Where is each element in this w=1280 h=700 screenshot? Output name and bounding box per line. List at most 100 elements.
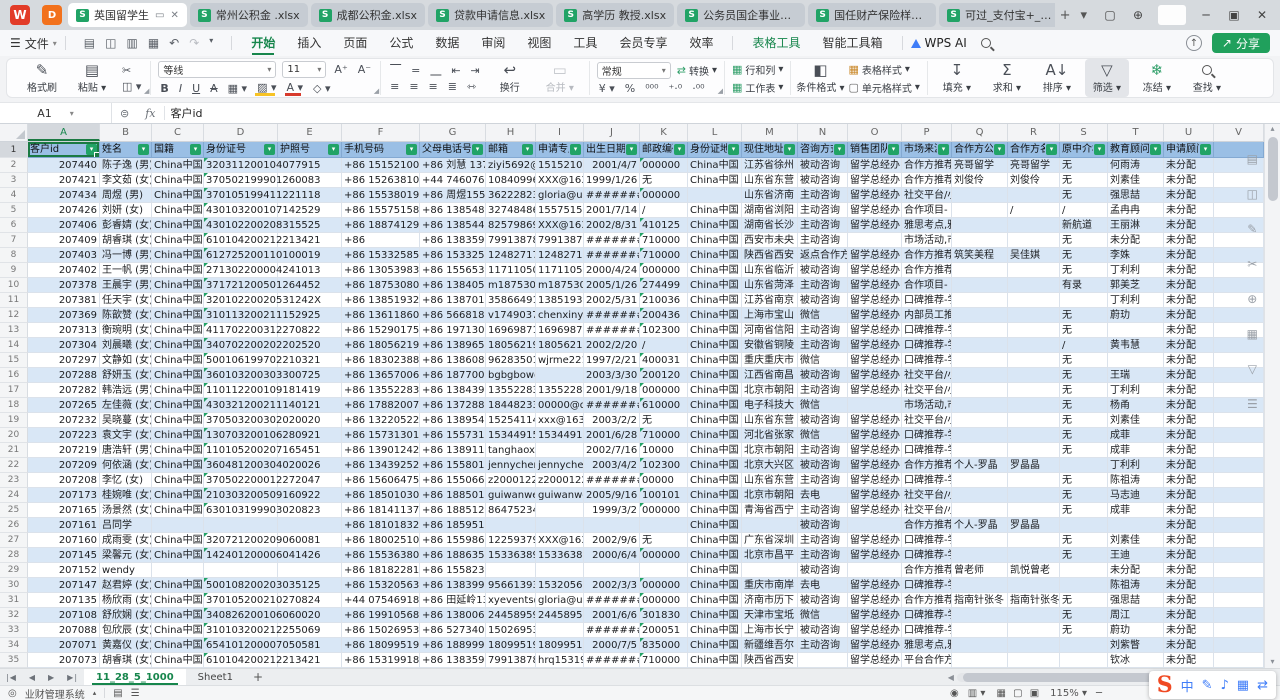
header-cell[interactable]: 父母电话号码▾ xyxy=(420,142,486,158)
cell[interactable]: 主动咨询 xyxy=(798,503,848,518)
zoom-out-icon[interactable]: ─ xyxy=(1096,688,1102,699)
font-expand-icon[interactable]: ◢ xyxy=(374,87,379,95)
cell[interactable]: 1999/3/2 xyxy=(584,503,640,518)
cell[interactable] xyxy=(1214,653,1264,668)
header-cell[interactable]: 手机号码▾ xyxy=(342,142,420,158)
menu-tab-视图[interactable]: 视图 xyxy=(516,30,562,56)
cell[interactable]: 冯一博 (男) xyxy=(100,248,152,263)
clear-format-icon[interactable]: ◇ ▾ xyxy=(311,82,332,95)
cell[interactable]: China中国 xyxy=(688,533,742,548)
cell[interactable]: China中国 xyxy=(152,323,204,338)
cell[interactable]: 内部员工推 xyxy=(902,308,952,323)
cell[interactable]: +86 13439252 xyxy=(342,458,420,473)
cell[interactable]: 未分配 xyxy=(1164,473,1214,488)
cell[interactable]: 合作方推荐 xyxy=(902,518,952,533)
ime-pen-icon[interactable]: ✎ xyxy=(1202,678,1213,693)
currency-icon[interactable]: ¥ ▾ xyxy=(597,82,617,95)
cell[interactable]: 153363896 xyxy=(486,548,536,563)
cell[interactable] xyxy=(204,518,278,533)
strikethrough-icon[interactable]: A xyxy=(208,82,220,95)
cell[interactable]: 主动咨询 xyxy=(798,188,848,203)
cell[interactable]: China中国 xyxy=(688,428,742,443)
cell[interactable] xyxy=(1008,368,1060,383)
cell[interactable]: 湖南省浏阳 xyxy=(742,203,798,218)
side-tool-more-icon[interactable]: ☰ xyxy=(1247,397,1258,411)
cell[interactable]: +86 15606475 xyxy=(342,473,420,488)
cell[interactable]: 340702200202202520 xyxy=(204,338,278,353)
cell[interactable]: 丁利利 xyxy=(1108,293,1164,308)
header-cell[interactable]: 姓名▾ xyxy=(100,142,152,158)
cell[interactable]: China中国 xyxy=(688,263,742,278)
cell-style-button[interactable]: ▢单元格样式 ▾ xyxy=(848,80,919,95)
cell[interactable]: +86 1885010309 xyxy=(420,488,486,503)
cell[interactable]: 河北省张家 xyxy=(742,428,798,443)
header-cell[interactable]: 国籍▾ xyxy=(152,142,204,158)
cell[interactable]: 韩浩远 (男) xyxy=(100,383,152,398)
cell[interactable]: bgbgbow@ xyxy=(486,368,536,383)
erp-window-label[interactable]: 业财管理系统 xyxy=(25,686,85,700)
cell[interactable]: 654101200007050581 xyxy=(204,638,278,653)
side-tool-export-icon[interactable]: ◫ xyxy=(1247,187,1258,201)
cell[interactable]: 合作方推荐 xyxy=(902,593,952,608)
cell[interactable]: 207152 xyxy=(28,563,100,578)
cell[interactable]: jennychen7 xyxy=(536,458,584,473)
cell[interactable] xyxy=(1060,653,1108,668)
cell[interactable]: 刘紫瞥 xyxy=(1108,638,1164,653)
filter-dropdown-icon[interactable]: ▾ xyxy=(888,144,899,155)
cell[interactable]: 未分配 xyxy=(1164,308,1214,323)
cell[interactable]: 2002/3/3 xyxy=(584,578,640,593)
cell[interactable]: 2003/2/2 xyxy=(584,413,640,428)
cell[interactable]: 主动咨询 xyxy=(798,443,848,458)
cell[interactable]: China中国 xyxy=(152,233,204,248)
cell[interactable]: m1875308 xyxy=(486,278,536,293)
copy-icon[interactable]: ◫ ▾ xyxy=(120,80,143,93)
cell[interactable] xyxy=(584,518,640,533)
cell[interactable]: 口碑推荐-学 xyxy=(902,473,952,488)
row-number[interactable]: 11 xyxy=(0,293,28,308)
cell[interactable] xyxy=(1214,413,1264,428)
row-number[interactable]: 20 xyxy=(0,428,28,443)
cell[interactable]: 主动咨询 xyxy=(798,218,848,233)
cell[interactable]: +44 07546918 xyxy=(342,593,420,608)
cell[interactable]: +86 18101832 xyxy=(342,518,420,533)
cell[interactable]: 平台合作方 xyxy=(902,653,952,668)
cell[interactable]: 000000 xyxy=(640,503,688,518)
header-cell[interactable]: 客户id▾ xyxy=(28,142,100,158)
cell[interactable]: 孟冉冉 xyxy=(1108,203,1164,218)
cell[interactable]: 未分配 xyxy=(1164,638,1214,653)
cell[interactable]: China中国 xyxy=(152,638,204,653)
filter-dropdown-icon[interactable]: ▾ xyxy=(1150,144,1161,155)
cell[interactable]: China中国 xyxy=(688,248,742,263)
cell[interactable] xyxy=(152,563,204,578)
clipboard-expand-icon[interactable]: ◢ xyxy=(144,87,149,95)
cell[interactable]: China中国 xyxy=(152,608,204,623)
cell[interactable]: 117110505 xyxy=(536,263,584,278)
cell[interactable] xyxy=(486,518,536,533)
cell[interactable]: China中国 xyxy=(152,593,204,608)
cell[interactable]: 微信 xyxy=(798,428,848,443)
cell[interactable]: 留学总经办 xyxy=(848,323,902,338)
cell[interactable]: 社交平台/小 xyxy=(902,413,952,428)
menu-tab-效率[interactable]: 效率 xyxy=(678,30,724,56)
align-bottom-icon[interactable]: ⎽ xyxy=(428,63,443,77)
row-number[interactable]: 6 xyxy=(0,218,28,233)
cell[interactable] xyxy=(536,503,584,518)
cell[interactable]: 胡睿琪 (女) xyxy=(100,233,152,248)
cell[interactable] xyxy=(278,518,342,533)
cell[interactable]: 黄嘉仪 (女) xyxy=(100,638,152,653)
menu-tab-工具[interactable]: 工具 xyxy=(562,30,608,56)
page-layout-icon[interactable]: ▢ xyxy=(1013,688,1022,699)
cell[interactable]: +86 1886350500 xyxy=(420,548,486,563)
cell[interactable] xyxy=(848,518,902,533)
cell[interactable]: m1875308 xyxy=(536,278,584,293)
cell[interactable]: 江苏省徐州 xyxy=(742,158,798,173)
cell[interactable]: 207223 xyxy=(28,428,100,443)
cell[interactable]: 207165 xyxy=(28,503,100,518)
cell[interactable]: 370105200210270824 xyxy=(204,593,278,608)
cell[interactable]: 合作方推荐 xyxy=(902,263,952,278)
cell[interactable] xyxy=(1214,608,1264,623)
cell[interactable] xyxy=(1214,638,1264,653)
cell[interactable]: 上海市宝山 xyxy=(742,308,798,323)
cell[interactable]: 2005/1/26 xyxy=(584,278,640,293)
cell[interactable]: 未分配 xyxy=(1164,623,1214,638)
